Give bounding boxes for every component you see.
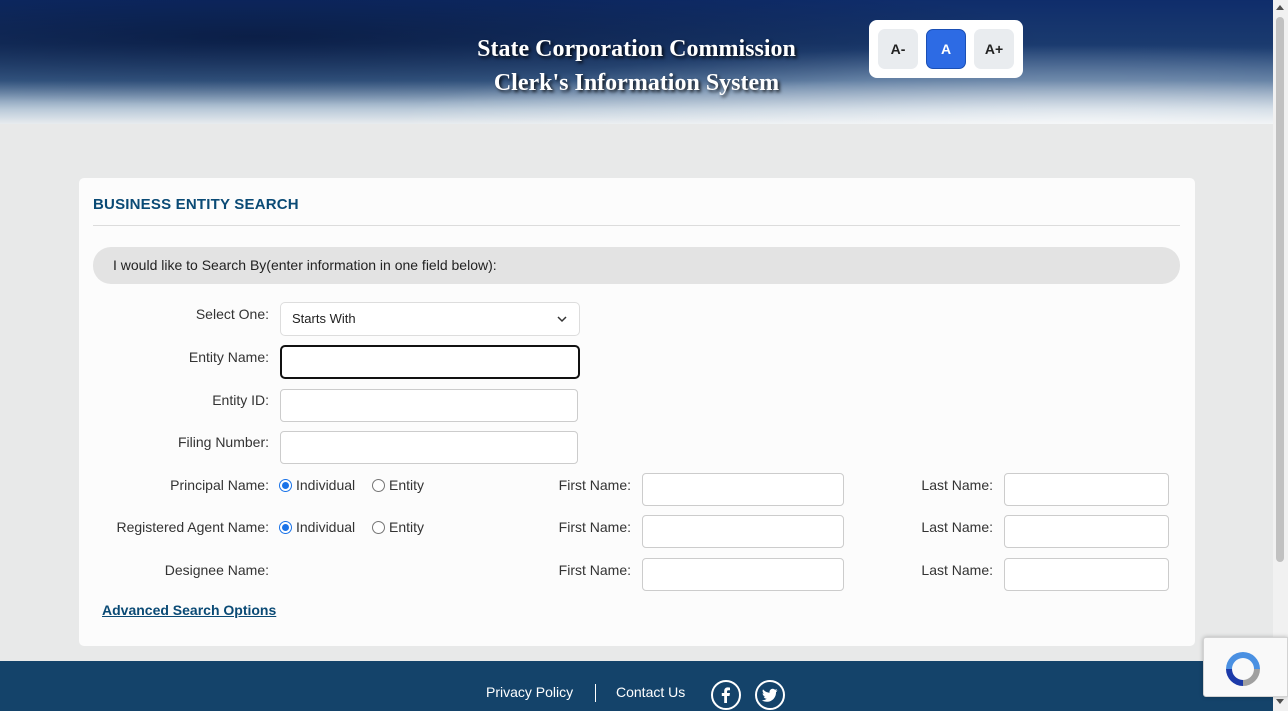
principal-last-name-input[interactable]	[1004, 473, 1169, 506]
principal-name-label: Principal Name:	[170, 477, 269, 493]
entity-id-input[interactable]	[280, 389, 578, 422]
recaptcha-icon	[1226, 652, 1260, 686]
entity-name-label: Entity Name:	[188, 349, 269, 365]
page-footer: Privacy Policy Contact Us	[0, 661, 1273, 711]
search-card: BUSINESS ENTITY SEARCH I would like to S…	[79, 178, 1195, 646]
site-title-line-1: State Corporation Commission	[477, 36, 796, 62]
principal-first-name-label: First Name:	[558, 477, 631, 493]
agent-entity-radio[interactable]: Entity	[372, 519, 424, 535]
scrollbar[interactable]	[1273, 0, 1288, 711]
search-instructions: I would like to Search By(enter informat…	[93, 247, 1180, 284]
filing-number-label: Filing Number:	[177, 434, 269, 450]
registered-agent-label: Registered Agent Name:	[116, 519, 269, 535]
principal-entity-radio[interactable]: Entity	[372, 477, 424, 493]
privacy-policy-link[interactable]: Privacy Policy	[486, 684, 573, 700]
chevron-down-icon	[557, 316, 567, 323]
select-one-label: Select One:	[195, 306, 269, 322]
scrollbar-thumb[interactable]	[1276, 17, 1284, 562]
designee-last-name-input[interactable]	[1004, 558, 1169, 591]
radio-label: Entity	[389, 477, 425, 493]
site-title: State Corporation Commission Clerk's Inf…	[400, 32, 873, 100]
filing-number-input[interactable]	[280, 431, 578, 464]
divider	[93, 225, 1180, 226]
agent-last-name-input[interactable]	[1004, 515, 1169, 548]
designee-last-name-label: Last Name:	[921, 562, 993, 578]
entity-name-input[interactable]	[280, 345, 580, 379]
radio-selected-icon	[279, 478, 292, 492]
page-header: State Corporation Commission Clerk's Inf…	[0, 0, 1273, 124]
font-size-controls: A- A A+	[869, 20, 1023, 78]
designee-name-label: Designee Name:	[164, 562, 269, 578]
footer-divider	[595, 684, 596, 702]
font-normal-button[interactable]: A	[926, 29, 966, 69]
scroll-up-icon[interactable]	[1276, 5, 1284, 10]
search-type-value: Starts With	[292, 311, 356, 326]
radio-selected-icon	[279, 520, 292, 534]
advanced-search-link[interactable]: Advanced Search Options	[102, 602, 276, 618]
agent-individual-radio[interactable]: Individual	[279, 519, 355, 535]
principal-individual-radio[interactable]: Individual	[279, 477, 355, 493]
search-title: BUSINESS ENTITY SEARCH	[93, 196, 299, 213]
radio-label: Entity	[389, 519, 425, 535]
contact-us-link[interactable]: Contact Us	[616, 684, 685, 700]
scroll-down-icon[interactable]	[1276, 699, 1284, 704]
radio-unselected-icon	[372, 478, 385, 492]
font-decrease-button[interactable]: A-	[878, 29, 918, 69]
designee-first-name-label: First Name:	[558, 562, 631, 578]
facebook-icon[interactable]	[711, 680, 741, 710]
radio-unselected-icon	[372, 520, 385, 534]
recaptcha-badge[interactable]	[1203, 637, 1288, 697]
site-title-line-2: Clerk's Information System	[493, 70, 780, 96]
principal-last-name-label: Last Name:	[921, 477, 993, 493]
agent-first-name-label: First Name:	[558, 519, 631, 535]
radio-label: Individual	[296, 519, 356, 535]
twitter-icon[interactable]	[755, 680, 785, 710]
agent-last-name-label: Last Name:	[921, 519, 993, 535]
entity-id-label: Entity ID:	[212, 392, 269, 408]
font-increase-button[interactable]: A+	[974, 29, 1014, 69]
search-type-select[interactable]: Starts With	[280, 302, 580, 336]
radio-label: Individual	[296, 477, 356, 493]
